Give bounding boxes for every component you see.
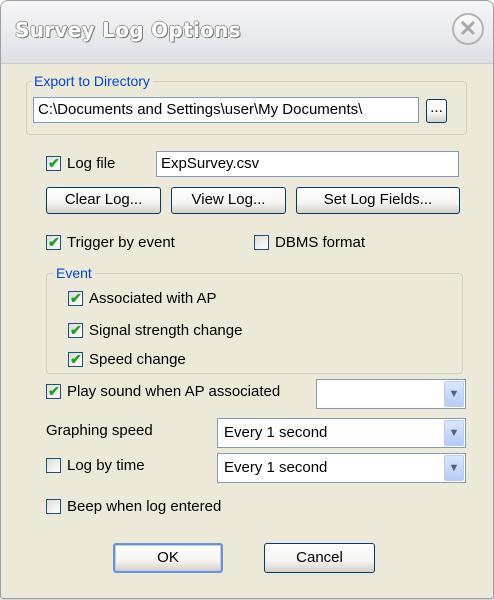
beep-box bbox=[46, 498, 61, 514]
dbms-format-checkbox[interactable]: DBMS format bbox=[254, 232, 365, 252]
associated-with-ap-checkbox[interactable]: ✔ Associated with AP bbox=[68, 288, 217, 308]
chevron-down-icon[interactable]: ▼ bbox=[444, 420, 464, 446]
signal-box: ✔ bbox=[68, 321, 83, 338]
speed-label: Speed change bbox=[89, 350, 186, 368]
set-log-fields-button[interactable]: Set Log Fields... bbox=[296, 187, 460, 214]
cancel-button[interactable]: Cancel bbox=[264, 543, 375, 573]
check-icon: ✔ bbox=[70, 289, 82, 306]
title-bar[interactable]: Survey Log Options ✕ bbox=[1, 1, 493, 64]
graphing-speed-label: Graphing speed bbox=[46, 422, 153, 439]
close-icon: ✕ bbox=[458, 16, 478, 41]
log-file-box: ✔ bbox=[46, 154, 61, 171]
graphing-speed-value: Every 1 second bbox=[224, 424, 328, 441]
graphing-speed-select[interactable]: Every 1 second ▼ bbox=[217, 418, 466, 448]
check-icon: ✔ bbox=[70, 321, 82, 338]
chevron-down-icon[interactable]: ▼ bbox=[444, 455, 464, 481]
log-by-time-select[interactable]: Every 1 second ▼ bbox=[217, 453, 466, 483]
trigger-by-event-checkbox[interactable]: ✔ Trigger by event bbox=[46, 232, 175, 252]
beep-checkbox[interactable]: Beep when log entered bbox=[46, 496, 221, 516]
speed-change-checkbox[interactable]: ✔ Speed change bbox=[68, 349, 186, 369]
close-button[interactable]: ✕ bbox=[452, 13, 484, 45]
signal-strength-change-checkbox[interactable]: ✔ Signal strength change bbox=[68, 320, 242, 340]
check-icon: ✔ bbox=[48, 233, 60, 250]
log-file-checkbox[interactable]: ✔ Log file bbox=[46, 153, 115, 173]
dialog-title: Survey Log Options bbox=[15, 18, 241, 42]
clear-log-button[interactable]: Clear Log... bbox=[46, 187, 161, 214]
trigger-label: Trigger by event bbox=[67, 233, 175, 251]
play-sound-checkbox[interactable]: ✔ Play sound when AP associated bbox=[46, 381, 280, 401]
beep-label: Beep when log entered bbox=[67, 497, 222, 515]
associated-label: Associated with AP bbox=[89, 289, 217, 307]
export-directory-field[interactable]: C:\Documents and Settings\user\My Docume… bbox=[33, 97, 419, 123]
ok-button[interactable]: OK bbox=[113, 543, 223, 573]
chevron-down-icon[interactable]: ▼ bbox=[444, 381, 464, 407]
log-file-name-field[interactable]: ExpSurvey.csv bbox=[156, 151, 459, 177]
trigger-box: ✔ bbox=[46, 233, 61, 250]
log-by-time-checkbox[interactable]: Log by time bbox=[46, 455, 145, 475]
check-icon: ✔ bbox=[48, 154, 60, 171]
survey-log-options-dialog: Survey Log Options ✕ Export to Directory… bbox=[0, 0, 494, 599]
sound-select[interactable]: ▼ bbox=[316, 379, 466, 409]
dbms-label: DBMS format bbox=[275, 233, 366, 251]
log-by-time-box bbox=[46, 457, 61, 473]
sound-box: ✔ bbox=[46, 382, 61, 399]
check-icon: ✔ bbox=[48, 382, 60, 399]
check-icon: ✔ bbox=[70, 350, 82, 367]
speed-box: ✔ bbox=[68, 350, 83, 367]
log-file-label: Log file bbox=[67, 154, 116, 172]
signal-label: Signal strength change bbox=[89, 321, 243, 339]
log-by-time-value: Every 1 second bbox=[224, 459, 328, 476]
event-legend: Event bbox=[53, 265, 95, 281]
dbms-box bbox=[254, 234, 269, 250]
export-directory-legend: Export to Directory bbox=[31, 73, 153, 89]
browse-button[interactable]: ... bbox=[426, 99, 447, 123]
associated-box: ✔ bbox=[68, 289, 83, 306]
sound-label: Play sound when AP associated bbox=[67, 382, 281, 400]
log-by-time-label: Log by time bbox=[67, 456, 145, 474]
view-log-button[interactable]: View Log... bbox=[171, 187, 286, 214]
